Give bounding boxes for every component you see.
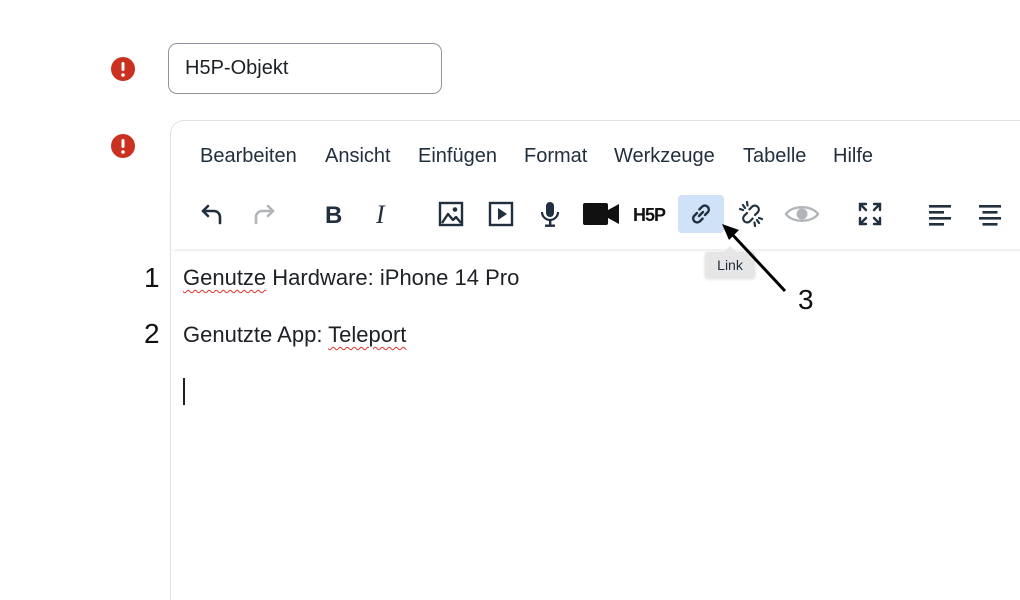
link-icon <box>692 204 710 224</box>
redo-icon <box>254 204 275 225</box>
bold-button[interactable]: B <box>310 195 356 233</box>
svg-text:H5P: H5P <box>633 205 666 225</box>
menu-format[interactable]: Format <box>524 145 587 168</box>
insert-link-button[interactable] <box>678 195 724 233</box>
insert-h5p-button[interactable]: H5P <box>628 195 674 233</box>
annotation-number-2: 2 <box>144 318 160 349</box>
italic-icon: I <box>375 202 386 226</box>
microphone-icon <box>540 202 560 227</box>
undo-icon <box>201 204 222 225</box>
menu-hilfe[interactable]: Hilfe <box>833 145 873 168</box>
content-line-2[interactable]: Genutzte App: Teleport <box>183 322 406 348</box>
rich-text-editor: Bearbeiten Ansicht Einfügen Format Werkz… <box>170 120 1020 600</box>
misspelled-word: Genutze <box>183 265 267 290</box>
record-video-button[interactable] <box>578 195 624 233</box>
editor-toolbar: B I H5P <box>171 189 1020 249</box>
svg-text:B: B <box>325 202 342 226</box>
fullscreen-icon <box>858 202 882 226</box>
redo-button[interactable] <box>241 195 287 233</box>
preview-button[interactable] <box>779 195 825 233</box>
menu-bearbeiten[interactable]: Bearbeiten <box>200 145 297 168</box>
bold-icon: B <box>325 202 342 226</box>
error-icon <box>111 57 135 81</box>
align-left-icon <box>929 205 951 226</box>
svg-text:I: I <box>375 202 386 226</box>
error-icon <box>111 134 135 158</box>
remove-link-button[interactable] <box>728 195 774 233</box>
italic-button[interactable]: I <box>359 195 405 233</box>
media-icon <box>488 201 514 227</box>
video-camera-icon <box>583 203 619 225</box>
insert-media-button[interactable] <box>478 195 524 233</box>
menu-werkzeuge[interactable]: Werkzeuge <box>614 145 715 168</box>
link-tooltip: Link <box>705 246 755 278</box>
image-icon <box>438 201 464 227</box>
preview-eye-icon <box>784 206 820 222</box>
annotation-number-1: 1 <box>144 262 160 293</box>
align-center-button[interactable] <box>967 195 1013 233</box>
align-center-icon <box>979 205 1001 226</box>
undo-button[interactable] <box>189 195 235 233</box>
misspelled-word: Teleport <box>328 322 407 347</box>
record-audio-button[interactable] <box>527 195 573 233</box>
align-left-button[interactable] <box>917 195 963 233</box>
editor-menubar: Bearbeiten Ansicht Einfügen Format Werkz… <box>171 121 1020 189</box>
insert-image-button[interactable] <box>428 195 474 233</box>
menu-ansicht[interactable]: Ansicht <box>325 145 391 168</box>
menu-einfuegen[interactable]: Einfügen <box>418 145 497 168</box>
text-caret <box>183 378 185 405</box>
fullscreen-button[interactable] <box>847 195 893 233</box>
line-text: Hardware: iPhone 14 Pro <box>266 265 520 290</box>
unlink-icon <box>738 200 764 228</box>
h5p-icon: H5P <box>633 205 667 225</box>
title-field[interactable] <box>168 43 442 94</box>
menu-tabelle[interactable]: Tabelle <box>743 145 806 168</box>
annotation-number-3: 3 <box>798 284 814 315</box>
line-text: Genutzte App: <box>183 322 329 347</box>
content-line-1[interactable]: Genutze Hardware: iPhone 14 Pro <box>183 265 519 291</box>
